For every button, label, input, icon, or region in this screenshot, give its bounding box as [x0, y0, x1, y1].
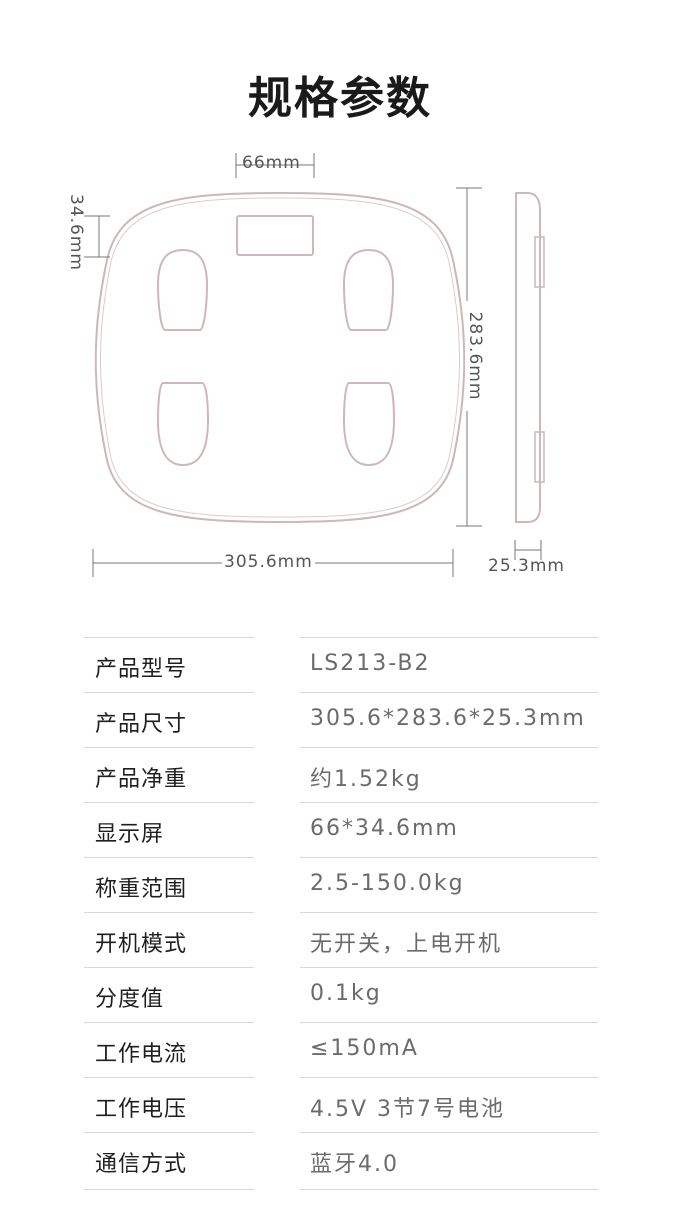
spec-value: ≤150mA: [310, 1036, 419, 1061]
spec-value: 66*34.6mm: [310, 816, 459, 841]
spec-row-display: 显示屏 66*34.6mm: [84, 802, 598, 857]
spec-label: 产品净重: [95, 767, 188, 792]
spec-label: 通信方式: [95, 1152, 188, 1177]
spec-row-communication: 通信方式 蓝牙4.0: [84, 1132, 598, 1187]
electrode-top-left: [156, 248, 209, 331]
display-window: [236, 215, 314, 256]
depth-dimension-label: 25.3mm: [488, 556, 565, 576]
scale-side-view: [515, 192, 541, 523]
spec-row-power-mode: 开机模式 无开关，上电开机: [84, 912, 598, 967]
spec-value: 2.5-150.0kg: [310, 871, 465, 896]
spec-row-voltage: 工作电压 4.5V 3节7号电池: [84, 1077, 598, 1132]
spec-row-current: 工作电流 ≤150mA: [84, 1022, 598, 1077]
display-width-label: 66mm: [242, 153, 301, 173]
height-dimension-label: 283.6mm: [465, 301, 485, 411]
spec-value: LS213-B2: [310, 651, 431, 676]
spec-row-range: 称重范围 2.5-150.0kg: [84, 857, 598, 912]
spec-label: 产品型号: [95, 657, 188, 682]
spec-label: 分度值: [95, 987, 165, 1012]
spec-value: 305.6*283.6*25.3mm: [310, 706, 586, 731]
spec-label: 产品尺寸: [95, 712, 188, 737]
spec-value: 蓝牙4.0: [310, 1152, 399, 1177]
electrode-top-right: [342, 248, 395, 331]
spec-row-size: 产品尺寸 305.6*283.6*25.3mm: [84, 692, 598, 747]
spec-label: 称重范围: [95, 877, 188, 902]
spec-value: 无开关，上电开机: [310, 932, 503, 957]
display-height-label: 34.6mm: [66, 194, 86, 271]
electrode-bottom-left: [156, 382, 210, 467]
scale-top-view: [94, 191, 466, 524]
spec-row-division: 分度值 0.1kg: [84, 967, 598, 1022]
spec-row-model: 产品型号 LS213-B2: [84, 637, 598, 692]
electrode-bottom-right: [342, 382, 396, 467]
width-dimension-label: 305.6mm: [222, 552, 315, 572]
spec-table: 产品型号 LS213-B2 产品尺寸 305.6*283.6*25.3mm 产品…: [84, 637, 598, 1187]
spec-label: 工作电压: [95, 1097, 188, 1122]
scale-inner-edge: [100, 197, 460, 518]
spec-value: 0.1kg: [310, 981, 382, 1006]
spec-label: 显示屏: [95, 822, 165, 847]
spec-value: 4.5V 3节7号电池: [310, 1097, 506, 1122]
table-bottom-rule: [84, 1189, 598, 1190]
spec-value: 约1.52kg: [310, 767, 422, 792]
spec-label: 工作电流: [95, 1042, 188, 1067]
spec-label: 开机模式: [95, 932, 188, 957]
scale-outline-drawing: [84, 153, 545, 577]
product-dimension-diagram: 305.6mm 283.6mm 25.3mm 66mm 34.6mm: [0, 0, 680, 600]
spec-row-weight: 产品净重 约1.52kg: [84, 747, 598, 802]
